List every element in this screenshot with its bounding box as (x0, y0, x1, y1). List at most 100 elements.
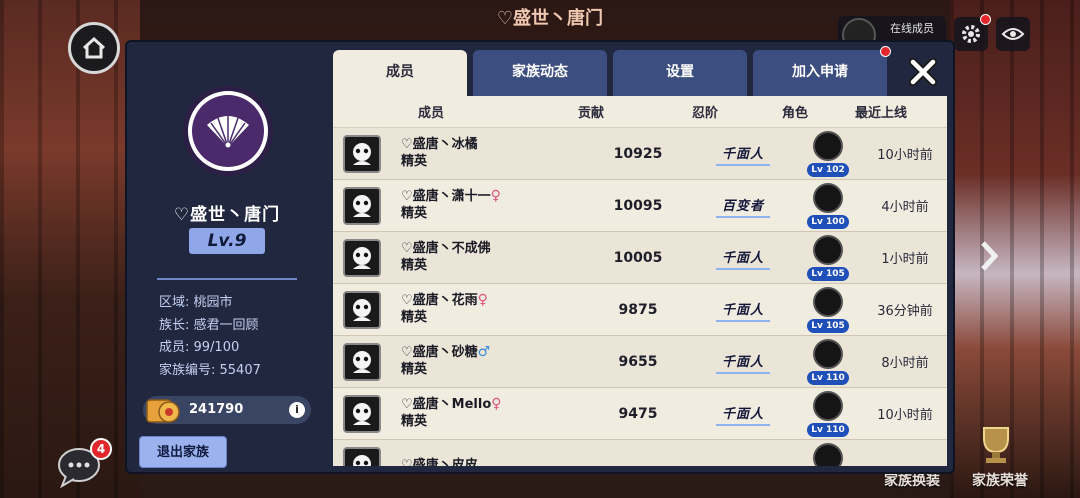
chevron-right-icon (981, 241, 999, 271)
member-text: ♡盛唐丶花雨♀ 精英 (401, 292, 488, 327)
clan-tabs: 成员 家族动态 设置 加入申请 (333, 46, 891, 96)
member-rank (693, 456, 793, 466)
clan-member-count: 成员: 99/100 (159, 340, 240, 355)
header-role: 角色 (781, 106, 808, 121)
member-contribution: 9475 (618, 405, 658, 422)
member-last-online: 36分钟前 (877, 304, 933, 319)
role-portrait[interactable]: Lv 100 (807, 182, 849, 229)
member-cell: ♡盛唐丶潇十一♀ 精英 (333, 186, 583, 225)
clan-name: ♡盛世丶唐门 (173, 205, 281, 225)
member-role: Lv 110 (793, 338, 863, 385)
member-last-online: 10小时前 (877, 408, 933, 423)
member-role: Lv 105 (793, 286, 863, 333)
role-portrait[interactable]: Lv 110 (807, 338, 849, 385)
member-name: ♡盛唐丶潇十一♀ (401, 188, 501, 204)
table-row[interactable]: ♡盛唐丶不成佛 精英 10005 千面人 Lv 105 1小时前 (333, 232, 947, 284)
member-role: Lv 105 (793, 234, 863, 281)
clan-funds: 241790 i (143, 396, 311, 424)
clan-level-badge: Lv.9 (189, 228, 265, 254)
background-scenery-left (0, 0, 140, 498)
member-avatar[interactable] (343, 446, 381, 466)
member-cell: ♡盛唐丶花雨♀ 精英 (333, 290, 583, 329)
view-button[interactable] (996, 17, 1030, 51)
rank-badge: 千面人 (715, 401, 770, 426)
table-row[interactable]: ♡盛唐丶花雨♀ 精英 9875 千面人 Lv 105 36分钟前 (333, 284, 947, 336)
role-portrait[interactable]: Lv 110 (807, 390, 849, 437)
role-portrait[interactable]: Lv 105 (807, 234, 849, 281)
close-button[interactable] (905, 54, 941, 90)
background-clan-sign: ♡盛世丶唐门 (496, 8, 604, 29)
member-cell: ♡盛唐丶Mello♀ 精英 (333, 394, 583, 433)
clan-info-list: 区域: 桃园市 族长: 感君一回顾 成员: 99/100 家族编号: 55407 (159, 292, 329, 382)
member-cell: ♡盛唐丶冰橘 精英 (333, 134, 583, 173)
header-rank: 忍阶 (691, 106, 718, 121)
settings-red-dot (980, 14, 991, 25)
member-avatar[interactable] (343, 186, 381, 225)
member-title: 精英 (401, 414, 428, 429)
tab-join-requests[interactable]: 加入申请 (753, 46, 891, 96)
table-row[interactable]: ♡盛唐丶Mello♀ 精英 9475 千面人 Lv 110 10小时前 (333, 388, 947, 440)
member-role (793, 442, 863, 466)
character-head-icon (813, 234, 843, 265)
member-avatar[interactable] (343, 394, 381, 433)
role-portrait[interactable] (807, 442, 849, 466)
character-head-icon (813, 286, 843, 317)
clan-region: 区域: 桃园市 (159, 295, 233, 310)
member-rank: 千面人 (693, 141, 793, 166)
table-row[interactable]: ♡盛唐丶潇十一♀ 精英 10095 百变者 Lv 100 4小时前 (333, 180, 947, 232)
member-rank: 千面人 (693, 401, 793, 426)
member-rank: 千面人 (693, 245, 793, 270)
settings-button[interactable] (954, 14, 991, 51)
next-arrow-button[interactable] (975, 234, 1003, 278)
tab-settings[interactable]: 设置 (613, 50, 747, 96)
funds-info-icon[interactable]: i (289, 402, 305, 418)
member-list: ♡盛唐丶冰橘 精英 10925 千面人 Lv 102 10小时前 ♡盛唐丶潇十一… (333, 128, 947, 466)
role-level: Lv 105 (807, 266, 849, 281)
character-head-icon (813, 338, 843, 369)
role-portrait[interactable]: Lv 102 (807, 130, 849, 177)
quit-clan-button[interactable]: 退出家族 (139, 436, 227, 468)
member-contribution: 9655 (618, 353, 658, 370)
home-button[interactable] (68, 22, 120, 74)
tab-members[interactable]: 成员 (333, 50, 467, 96)
member-title: 精英 (401, 310, 428, 325)
gender-icon: ♂ (477, 344, 491, 360)
tab-clan-news[interactable]: 家族动态 (473, 50, 607, 96)
rank-badge: 千面人 (715, 349, 770, 374)
member-text: ♡盛唐丶Mello♀ 精英 (401, 396, 502, 431)
member-avatar[interactable] (343, 290, 381, 329)
character-head-icon (813, 130, 843, 161)
clan-panel: ♡盛世丶唐门 Lv.9 区域: 桃园市 族长: 感君一回顾 成员: 99/100… (125, 40, 955, 474)
member-last-online: 1小时前 (881, 252, 929, 267)
ninja-avatar-icon (353, 350, 371, 373)
member-avatar[interactable] (343, 134, 381, 173)
clan-honor-button[interactable]: 家族荣誉 (972, 470, 1028, 490)
member-name: ♡盛唐丶花雨♀ (401, 292, 488, 308)
member-text: ♡盛唐丶砂糖♂ 精英 (401, 344, 490, 379)
member-avatar[interactable] (343, 342, 381, 381)
member-role: Lv 110 (793, 390, 863, 437)
header-contribution: 贡献 (577, 106, 604, 121)
role-level: Lv 110 (807, 370, 849, 385)
table-row[interactable]: ♡盛唐丶皮皮 (333, 440, 947, 466)
member-contribution: 9875 (618, 301, 658, 318)
member-name: ♡盛唐丶皮皮 (401, 458, 478, 466)
gender-icon: ♀ (491, 396, 502, 412)
eye-icon (1001, 28, 1025, 40)
member-name: ♡盛唐丶不成佛 (401, 241, 491, 256)
member-contribution: 10005 (613, 249, 663, 266)
member-text: ♡盛唐丶皮皮 (401, 457, 478, 466)
rank-badge: 千面人 (715, 245, 770, 270)
fan-icon (207, 116, 249, 148)
table-row[interactable]: ♡盛唐丶砂糖♂ 精英 9655 千面人 Lv 110 8小时前 (333, 336, 947, 388)
gear-icon (962, 25, 980, 43)
member-avatar[interactable] (343, 238, 381, 277)
join-requests-red-dot (880, 46, 891, 57)
ninja-avatar-icon (353, 246, 371, 269)
role-level: Lv 102 (807, 162, 849, 177)
ninja-avatar-icon (353, 142, 371, 165)
table-row[interactable]: ♡盛唐丶冰橘 精英 10925 千面人 Lv 102 10小时前 (333, 128, 947, 180)
online-label: 在线成员 (890, 22, 934, 35)
role-portrait[interactable]: Lv 105 (807, 286, 849, 333)
clan-info-sidebar: ♡盛世丶唐门 Lv.9 区域: 桃园市 族长: 感君一回顾 成员: 99/100… (127, 42, 327, 472)
